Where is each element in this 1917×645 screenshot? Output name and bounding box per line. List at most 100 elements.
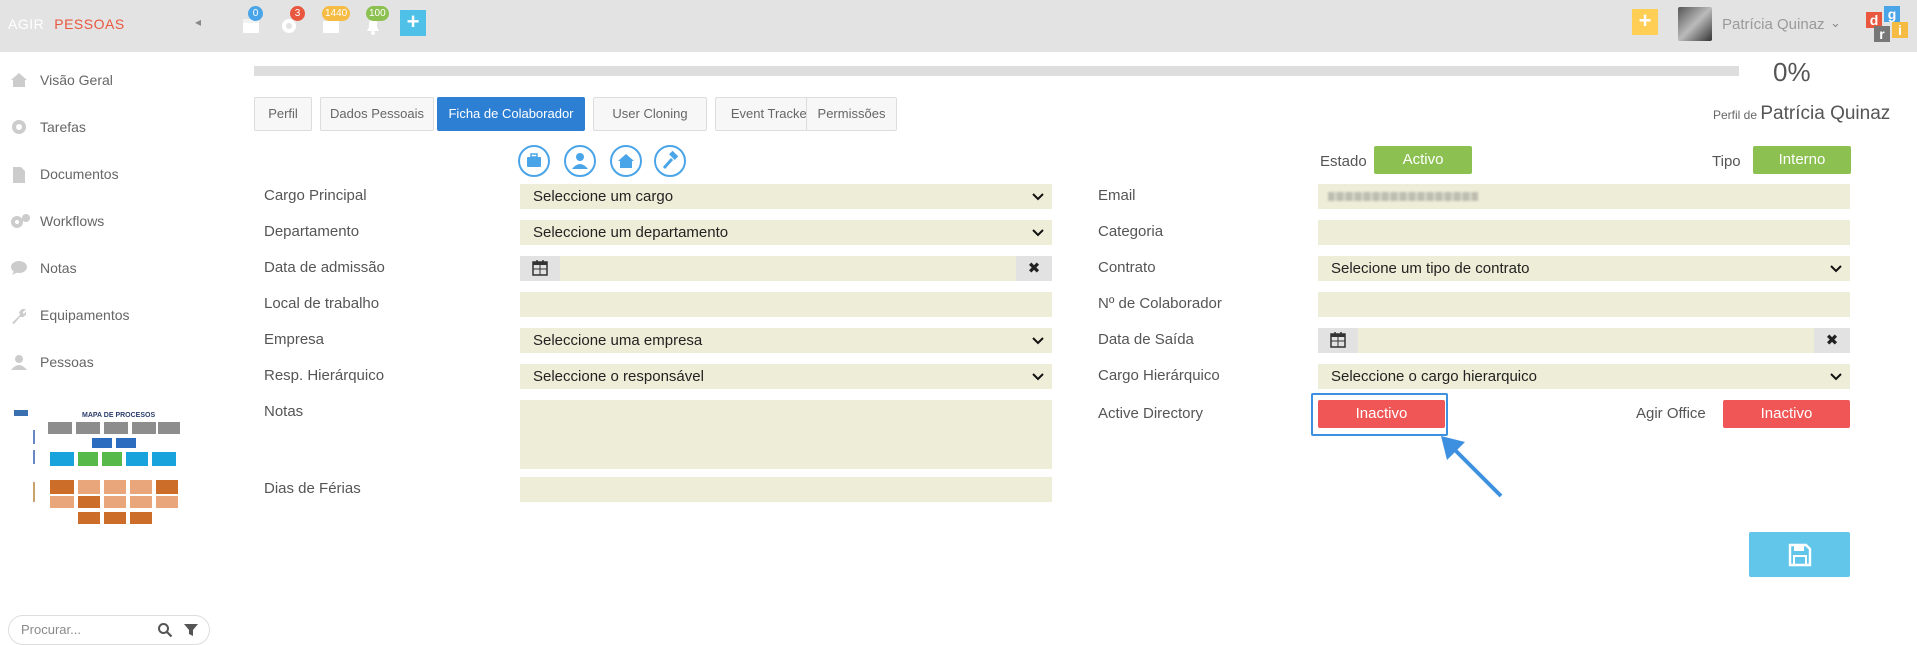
departamento-select[interactable]: Seleccione um departamento: [520, 220, 1052, 245]
sidebar-item-documentos[interactable]: Documentos: [8, 159, 213, 189]
profile-progress-bar: [254, 66, 1739, 76]
user-name[interactable]: Patrícia Quinaz: [1722, 16, 1825, 33]
sidebar-item-workflows[interactable]: Workflows: [8, 206, 213, 236]
departamento-label: Departamento: [264, 223, 360, 240]
empresa-value: Seleccione uma empresa: [533, 332, 703, 349]
logo-letter-g: g: [1884, 6, 1900, 22]
cargo-hierarquico-value: Seleccione o cargo hierarquico: [1331, 368, 1537, 385]
sidebar-item-tarefas[interactable]: Tarefas: [8, 112, 213, 142]
cargo-principal-value: Seleccione um cargo: [533, 188, 674, 205]
calendar-icon[interactable]: [1318, 328, 1358, 353]
user-icon: [10, 354, 28, 370]
email-label: Email: [1098, 187, 1136, 204]
floppy-disk-icon: [1788, 543, 1812, 567]
contrato-label: Contrato: [1098, 259, 1156, 276]
chevron-down-icon: [1032, 330, 1044, 353]
logo-letter-i: i: [1892, 22, 1908, 38]
sidebar: Visão Geral Tarefas Documentos Workflows…: [0, 52, 220, 645]
estado-toggle[interactable]: Activo: [1374, 146, 1472, 174]
sidebar-item-pessoas[interactable]: Pessoas: [8, 347, 213, 377]
user-tie-icon[interactable]: [564, 145, 596, 177]
process-map-title: MAPA DE PROCESOS: [82, 412, 155, 419]
new-item-button[interactable]: +: [1632, 9, 1658, 35]
dias-ferias-input[interactable]: [520, 477, 1052, 502]
sidebar-item-visao-geral[interactable]: Visão Geral: [8, 65, 213, 95]
search-icon[interactable]: [157, 622, 173, 643]
sidebar-item-label: Equipamentos: [40, 307, 130, 323]
active-directory-toggle[interactable]: Inactivo: [1318, 400, 1445, 428]
annotation-arrow: [1441, 436, 1503, 498]
data-saida-field[interactable]: ✖: [1318, 328, 1850, 353]
user-avatar[interactable]: [1678, 7, 1712, 41]
process-map-thumbnail[interactable]: MAPA DE PROCESOS: [12, 408, 182, 526]
local-trabalho-input[interactable]: [520, 292, 1052, 317]
contrato-select[interactable]: Selecione um tipo de contrato: [1318, 256, 1850, 281]
empresa-label: Empresa: [264, 331, 325, 348]
profile-name: Patrícia Quinaz: [1760, 103, 1891, 124]
calendar-icon[interactable]: [520, 256, 560, 281]
tab-permissoes[interactable]: Permissões: [806, 97, 897, 131]
home-icon: [10, 72, 28, 88]
departamento-value: Seleccione um departamento: [533, 224, 729, 241]
categoria-label: Categoria: [1098, 223, 1164, 240]
wrench-icon: [10, 307, 28, 324]
home-icon[interactable]: [610, 145, 642, 177]
brand-pessoas: PESSOAS: [54, 16, 125, 32]
agir-office-toggle[interactable]: Inactivo: [1723, 400, 1850, 428]
chevron-down-icon: [1032, 186, 1044, 209]
save-button[interactable]: [1749, 532, 1850, 577]
cargo-hierarquico-label: Cargo Hierárquico: [1098, 367, 1220, 384]
sidebar-collapse-icon[interactable]: ◂: [195, 15, 201, 29]
briefcase-icon[interactable]: [518, 145, 550, 177]
tipo-label: Tipo: [1712, 153, 1741, 170]
gears-icon: [10, 213, 30, 229]
cargo-principal-select[interactable]: Seleccione um cargo: [520, 184, 1052, 209]
categoria-input[interactable]: [1318, 220, 1850, 245]
sidebar-item-label: Tarefas: [40, 119, 86, 135]
app-brand[interactable]: AGIR PESSOAS: [8, 16, 125, 32]
hammer-icon[interactable]: [654, 145, 686, 177]
local-trabalho-label: Local de trabalho: [264, 295, 380, 312]
dias-ferias-label: Dias de Férias: [264, 480, 361, 497]
tab-perfil[interactable]: Perfil: [254, 97, 312, 131]
contrato-value: Selecione um tipo de contrato: [1331, 260, 1530, 277]
search-input[interactable]: [21, 622, 151, 637]
resp-hierarquico-label: Resp. Hierárquico: [264, 367, 385, 384]
profile-progress-label: 0%: [1773, 57, 1811, 87]
email-redacted: [1328, 192, 1478, 201]
sidebar-item-equipamentos[interactable]: Equipamentos: [8, 300, 213, 330]
sidebar-item-label: Pessoas: [40, 354, 94, 370]
logo-letter-r: r: [1874, 26, 1890, 42]
sidebar-item-label: Visão Geral: [40, 72, 113, 88]
chevron-down-icon[interactable]: ⌄: [1830, 15, 1841, 31]
tab-ficha-colaborador[interactable]: Ficha de Colaborador: [437, 97, 585, 131]
inbox-badge: 1440: [322, 6, 351, 21]
tab-dados-pessoais[interactable]: Dados Pessoais: [320, 97, 434, 131]
profile-prefix: Perfil de: [1713, 108, 1758, 122]
resp-hierarquico-select[interactable]: Seleccione o responsável: [520, 364, 1052, 389]
sidebar-item-label: Notas: [40, 260, 77, 276]
tipo-toggle[interactable]: Interno: [1753, 146, 1851, 174]
data-admissao-field[interactable]: ✖: [520, 256, 1052, 281]
cargo-hierarquico-select[interactable]: Seleccione o cargo hierarquico: [1318, 364, 1850, 389]
notas-textarea[interactable]: [520, 400, 1052, 469]
agir-office-label: Agir Office: [1636, 405, 1706, 422]
email-input[interactable]: [1318, 184, 1850, 209]
brand-agir: AGIR: [8, 16, 45, 32]
app-switcher-logo[interactable]: d g r i: [1864, 6, 1908, 44]
quick-add-button[interactable]: +: [400, 10, 426, 36]
estado-label: Estado: [1320, 153, 1367, 170]
empresa-select[interactable]: Seleccione uma empresa: [520, 328, 1052, 353]
sidebar-item-notas[interactable]: Notas: [8, 253, 213, 283]
clear-icon[interactable]: ✖: [1814, 328, 1850, 353]
filter-icon[interactable]: [184, 623, 198, 642]
chevron-down-icon: [1830, 258, 1842, 281]
n-colaborador-input[interactable]: [1318, 292, 1850, 317]
tab-user-cloning[interactable]: User Cloning: [593, 97, 707, 131]
profile-header: Perfil de Patrícia Quinaz: [1713, 103, 1890, 125]
document-icon: [10, 166, 28, 183]
data-saida-label: Data de Saída: [1098, 331, 1194, 348]
clear-icon[interactable]: ✖: [1016, 256, 1052, 281]
top-bar: AGIR PESSOAS ◂ 0 3 1440 100 + + Patrícia …: [0, 0, 1917, 52]
data-admissao-label: Data de admissão: [264, 259, 385, 276]
